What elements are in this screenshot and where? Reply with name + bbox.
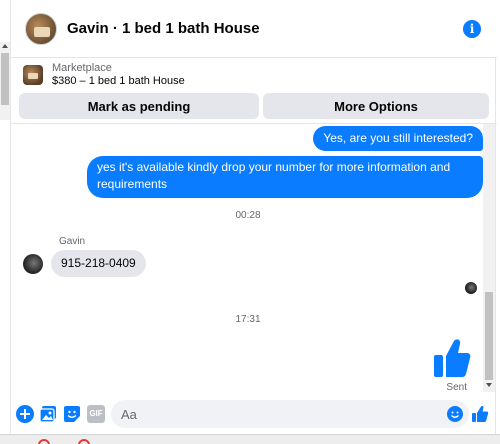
more-options-button[interactable]: More Options <box>263 93 489 119</box>
chat-header: Gavin · 1 bed 1 bath House i <box>11 0 497 58</box>
message-input-box[interactable] <box>111 400 469 428</box>
plus-icon[interactable] <box>16 405 34 423</box>
message-scrollbar-thumb[interactable] <box>485 292 493 380</box>
message-timestamp: 00:28 <box>235 210 261 221</box>
outgoing-message[interactable]: Yes, are you still interested? <box>313 126 483 151</box>
listing-description: $380 – 1 bed 1 bath House <box>52 75 185 87</box>
listing-summary[interactable]: Marketplace $380 – 1 bed 1 bath House <box>19 62 489 88</box>
taskbar-icon[interactable] <box>78 439 90 444</box>
scroll-up-arrow-icon[interactable] <box>2 44 8 48</box>
chat-title[interactable]: Gavin · 1 bed 1 bath House <box>67 20 260 37</box>
taskbar-icon[interactable] <box>38 439 50 444</box>
scroll-down-arrow-icon[interactable] <box>486 383 492 387</box>
listing-actions: Mark as pending More Options <box>19 93 489 119</box>
thumbs-up-message-icon[interactable] <box>433 338 471 378</box>
sticker-icon[interactable] <box>63 405 81 423</box>
message-input[interactable] <box>121 400 431 428</box>
info-icon[interactable]: i <box>463 20 481 38</box>
photo-icon[interactable] <box>39 405 57 423</box>
listing-avatar[interactable] <box>25 12 57 45</box>
sender-avatar[interactable] <box>23 254 43 274</box>
sender-name: Gavin <box>59 236 86 247</box>
chat-window: Gavin · 1 bed 1 bath House i Marketplace… <box>10 0 497 444</box>
message-list[interactable]: Yes, are you still interested? yes it's … <box>11 124 485 396</box>
listing-thumbnail <box>23 65 43 85</box>
listing-text: Marketplace $380 – 1 bed 1 bath House <box>52 62 185 88</box>
listing-source: Marketplace <box>52 62 112 74</box>
sent-status: Sent <box>446 382 467 393</box>
thumbs-up-icon[interactable] <box>471 405 489 423</box>
incoming-message[interactable]: 915-218-0409 <box>51 250 146 277</box>
seen-avatar-indicator <box>465 282 477 294</box>
message-composer: GIF <box>11 396 497 432</box>
emoji-icon[interactable] <box>447 406 463 422</box>
mark-as-pending-button[interactable]: Mark as pending <box>19 93 259 119</box>
message-timestamp: 17:31 <box>235 314 261 325</box>
gif-icon[interactable]: GIF <box>87 405 105 423</box>
left-scrollbar-thumb[interactable] <box>1 53 9 105</box>
marketplace-listing-panel: Marketplace $380 – 1 bed 1 bath House Ma… <box>11 58 497 124</box>
taskbar-strip <box>0 434 500 444</box>
outgoing-message[interactable]: yes it's available kindly drop your numb… <box>87 156 483 198</box>
